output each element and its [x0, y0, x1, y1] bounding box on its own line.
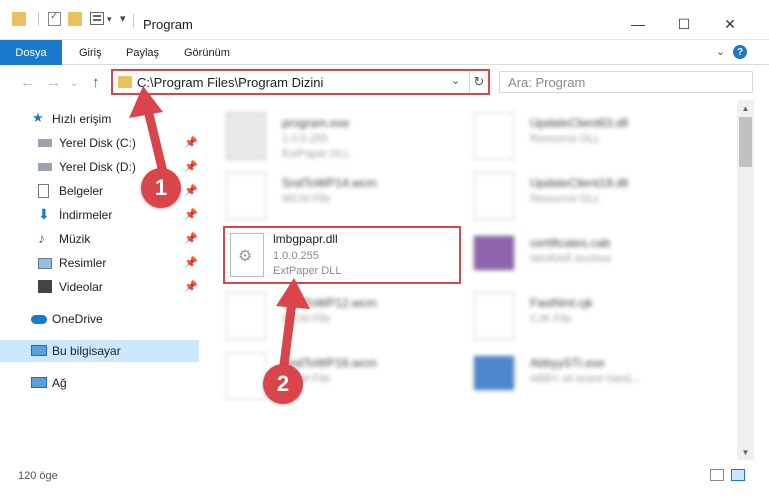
callout-arrows	[129, 86, 310, 370]
callout-arrow-2	[279, 297, 297, 370]
callout-badge-1: 1	[141, 168, 181, 208]
callout-arrow-2-head	[276, 278, 310, 309]
callout-arrow-1	[143, 105, 168, 177]
callout-arrow-1-head	[129, 86, 163, 118]
callout-badge-2: 2	[263, 364, 303, 404]
